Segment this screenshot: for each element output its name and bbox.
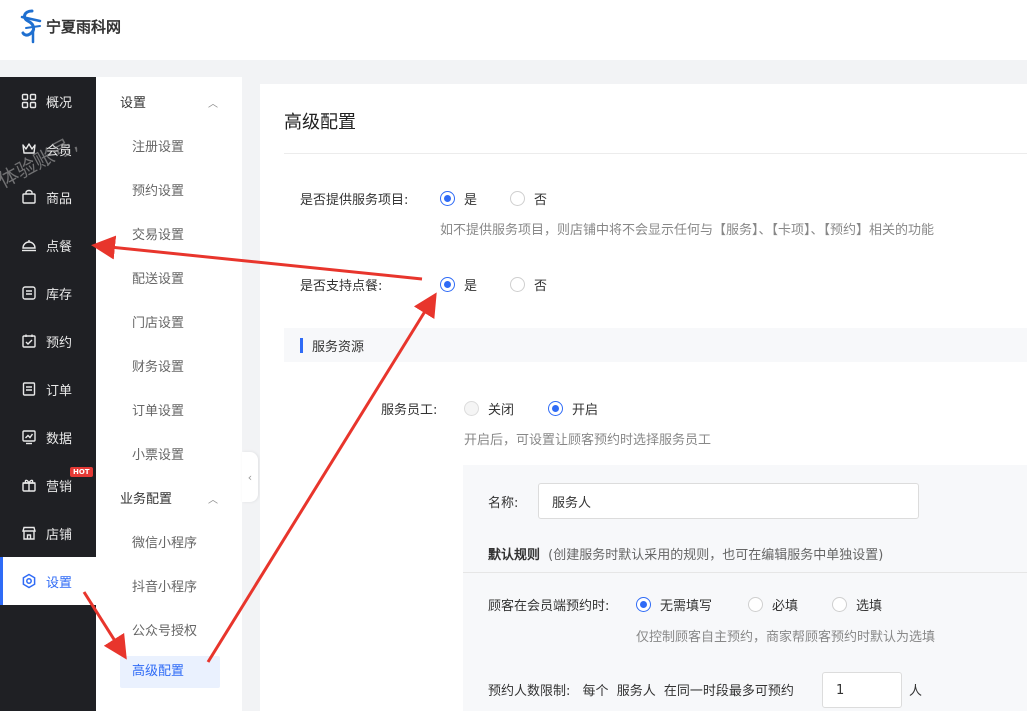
provide-service-yes-radio[interactable]: 是 (440, 189, 477, 208)
section-header-service-resources: 服务资源 (284, 328, 1027, 362)
chart-icon (22, 430, 36, 445)
subnav-item-receipt[interactable]: 小票设置 (132, 444, 184, 463)
sidebar-item-shop[interactable]: 店铺 (0, 509, 96, 557)
radio-label: 开启 (572, 403, 599, 418)
subnav-item-booking[interactable]: 预约设置 (132, 180, 184, 199)
sidebar-item-booking[interactable]: 预约 (0, 317, 96, 365)
booking-limit-role: 服务人 (616, 684, 656, 699)
divider (463, 572, 1027, 573)
service-staff-on-radio[interactable]: 开启 (548, 399, 598, 418)
gift-icon (22, 479, 36, 492)
radio-label: 是 (464, 193, 478, 208)
subnav-item-douyin-miniapp[interactable]: 抖音小程序 (132, 576, 197, 595)
service-person-name-input[interactable]: 服务人 (538, 483, 919, 519)
sidebar-item-label: 数据 (46, 431, 73, 447)
hot-badge: HOT (70, 467, 93, 477)
main-content: 高级配置 是否提供服务项目: 是 否 如不提供服务项目，则店铺中将不会显示任何与… (260, 84, 1027, 711)
booking-limit-label: 预约人数限制: (488, 684, 571, 699)
sidebar-item-label: 点餐 (46, 239, 73, 255)
booking-limit-unit: 人 (909, 684, 923, 699)
subnav-item-delivery[interactable]: 配送设置 (132, 268, 184, 287)
service-staff-config-panel: 名称: 服务人 默认规则 (创建服务时默认采用的规则，也可在编辑服务中单独设置)… (463, 465, 1027, 711)
sidebar-item-label: 设置 (46, 575, 73, 591)
subnav-item-orders[interactable]: 订单设置 (132, 400, 184, 419)
sidebar-item-label: 概况 (46, 95, 73, 111)
radio-label: 必填 (772, 599, 799, 614)
member-booking-not-required-radio[interactable]: 无需填写 (636, 595, 712, 614)
provide-service-label: 是否提供服务项目: (300, 193, 409, 208)
member-booking-optional-radio[interactable]: 选填 (832, 595, 882, 614)
radio-label: 无需填写 (660, 599, 713, 614)
member-booking-required-radio[interactable]: 必填 (748, 595, 798, 614)
subnav-item-register[interactable]: 注册设置 (132, 136, 184, 155)
member-booking-label: 顾客在会员端预约时: (488, 599, 610, 614)
default-rule-row: 默认规则 (创建服务时默认采用的规则，也可在编辑服务中单独设置) (488, 544, 883, 563)
radio-label: 否 (534, 279, 548, 294)
bag-icon (22, 189, 36, 204)
sidebar-item-label: 预约 (46, 335, 73, 351)
sidebar-item-label: 订单 (46, 383, 73, 399)
provide-service-no-radio[interactable]: 否 (510, 189, 547, 208)
name-label: 名称: (488, 496, 519, 511)
subnav-group-settings[interactable]: 设置 (120, 92, 146, 111)
sidebar-item-label: 库存 (46, 287, 73, 303)
calendar-check-icon (22, 334, 36, 348)
support-ordering-yes-radio[interactable]: 是 (440, 275, 477, 294)
booking-limit-row: 预约人数限制: 每个 服务人 在同一时段最多可预约 (488, 680, 794, 699)
logo-icon (20, 9, 42, 44)
settings-subnav: 设置 ︿ 注册设置 预约设置 交易设置 配送设置 门店设置 财务设置 订单设置 … (96, 77, 242, 711)
sidebar-item-overview[interactable]: 概况 (0, 77, 96, 125)
sidebar-item-data[interactable]: 数据 (0, 413, 96, 461)
subnav-item-advanced[interactable]: 高级配置 (120, 656, 220, 688)
support-ordering-no-radio[interactable]: 否 (510, 275, 547, 294)
member-booking-hint: 仅控制顾客自主预约，商家帮顾客预约时默认为选填 (636, 630, 936, 645)
radio-label: 是 (464, 279, 478, 294)
shop-icon (22, 526, 36, 540)
sidebar-item-marketing[interactable]: 营销 HOT (0, 461, 96, 509)
provide-service-hint: 如不提供服务项目，则店铺中将不会显示任何与【服务】、【卡项】、【预约】相关的功能 (440, 223, 935, 238)
subnav-group-business[interactable]: 业务配置 (120, 488, 172, 507)
sidebar-item-label: 营销 (46, 479, 73, 495)
brand-name: 宁夏雨科网 (46, 17, 122, 36)
radio-label: 选填 (856, 599, 883, 614)
dish-icon (22, 240, 36, 252)
service-staff-label: 服务员工: (381, 403, 438, 418)
top-bar: 宁夏雨科网 (0, 0, 1027, 60)
service-staff-off-radio[interactable]: 关闭 (464, 399, 514, 418)
sidebar-item-inventory[interactable]: 库存 (0, 269, 96, 317)
subnav-item-official-account[interactable]: 公众号授权 (132, 620, 197, 639)
chevron-left-icon: ‹ (247, 470, 253, 484)
collapse-subnav-button[interactable]: ‹ (242, 452, 258, 502)
order-icon (22, 382, 36, 396)
booking-limit-middle: 在同一时段最多可预约 (663, 684, 794, 699)
sidebar-item-label: 店铺 (46, 527, 73, 543)
section-title: 服务资源 (312, 339, 365, 355)
booking-limit-prefix: 每个 (582, 684, 609, 699)
booking-limit-input[interactable]: 1 (822, 672, 902, 708)
subnav-item-store[interactable]: 门店设置 (132, 312, 184, 331)
settings-icon (22, 573, 36, 589)
brand-logo[interactable]: 宁夏雨科网 (18, 8, 121, 44)
service-staff-hint: 开启后，可设置让顾客预约时选择服务员工 (464, 433, 712, 448)
chevron-up-icon[interactable]: ︿ (208, 491, 218, 506)
support-ordering-label: 是否支持点餐: (300, 279, 383, 294)
grid-icon (21, 93, 37, 109)
section-accent (300, 337, 303, 353)
subnav-item-wechat-miniapp[interactable]: 微信小程序 (132, 532, 197, 551)
sidebar-item-label: 商品 (46, 191, 73, 207)
sidebar-item-ordering[interactable]: 点餐 (0, 221, 96, 269)
radio-label: 否 (534, 193, 548, 208)
chevron-up-icon[interactable]: ︿ (208, 95, 218, 110)
radio-label: 关闭 (488, 403, 515, 418)
divider (284, 153, 1027, 154)
sidebar-item-orders[interactable]: 订单 (0, 365, 96, 413)
default-rule-title: 默认规则 (488, 548, 541, 563)
sidebar-item-settings[interactable]: 设置 (0, 557, 96, 605)
page-title: 高级配置 (284, 112, 356, 133)
subnav-item-finance[interactable]: 财务设置 (132, 356, 184, 375)
subnav-item-trade[interactable]: 交易设置 (132, 224, 184, 243)
inventory-icon (22, 286, 36, 300)
default-rule-note: (创建服务时默认采用的规则，也可在编辑服务中单独设置) (548, 548, 884, 563)
